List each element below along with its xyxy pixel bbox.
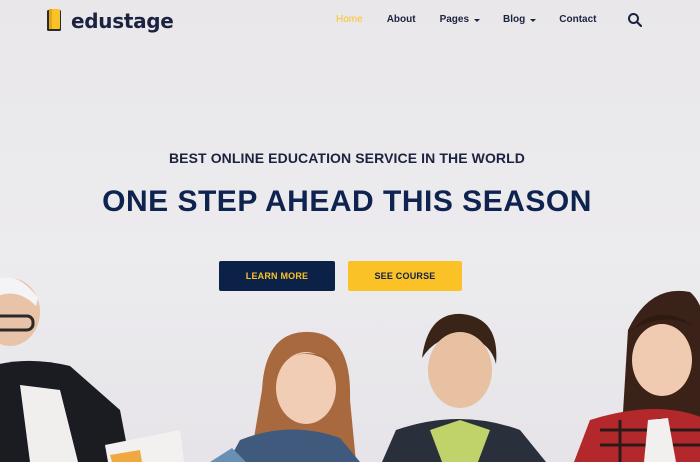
- nav-item-contact[interactable]: Contact: [559, 14, 596, 25]
- nav-item-label: About: [386, 14, 416, 25]
- nav-item-blog[interactable]: Blog: [503, 14, 537, 25]
- see-course-button[interactable]: SEE COURSE: [348, 261, 462, 291]
- nav-item-home[interactable]: Home: [336, 14, 363, 25]
- student-left: [0, 277, 184, 462]
- hero-title: ONE STEP AHEAD THIS SEASON: [102, 185, 592, 218]
- nav-item-label: Home: [336, 14, 363, 25]
- learn-more-button[interactable]: LEARN MORE: [219, 261, 335, 291]
- hero-section: edustage Home About Pages Blog Contact B…: [0, 0, 700, 462]
- student-girl-right: [574, 290, 700, 462]
- caret-down-icon: [530, 18, 537, 22]
- main-nav: Home About Pages Blog Contact: [336, 14, 597, 25]
- hero-subtitle: BEST ONLINE EDUCATION SERVICE IN THE WOR…: [168, 150, 526, 166]
- hero-background-image: [0, 277, 700, 462]
- student-boy-center: [382, 313, 546, 462]
- nav-item-label: Pages: [439, 14, 470, 25]
- search-icon[interactable]: [627, 12, 643, 28]
- nav-item-label: Contact: [559, 14, 597, 25]
- nav-item-label: Blog: [503, 14, 526, 25]
- brand-name: edustage: [71, 8, 174, 33]
- book-icon: [45, 8, 63, 33]
- site-header: edustage Home About Pages Blog Contact: [0, 0, 700, 42]
- nav-item-pages[interactable]: Pages: [439, 14, 481, 25]
- nav-item-about[interactable]: About: [387, 14, 416, 25]
- brand-logo[interactable]: edustage: [45, 8, 174, 33]
- student-girl-center: [210, 331, 360, 462]
- caret-down-icon: [474, 18, 481, 22]
